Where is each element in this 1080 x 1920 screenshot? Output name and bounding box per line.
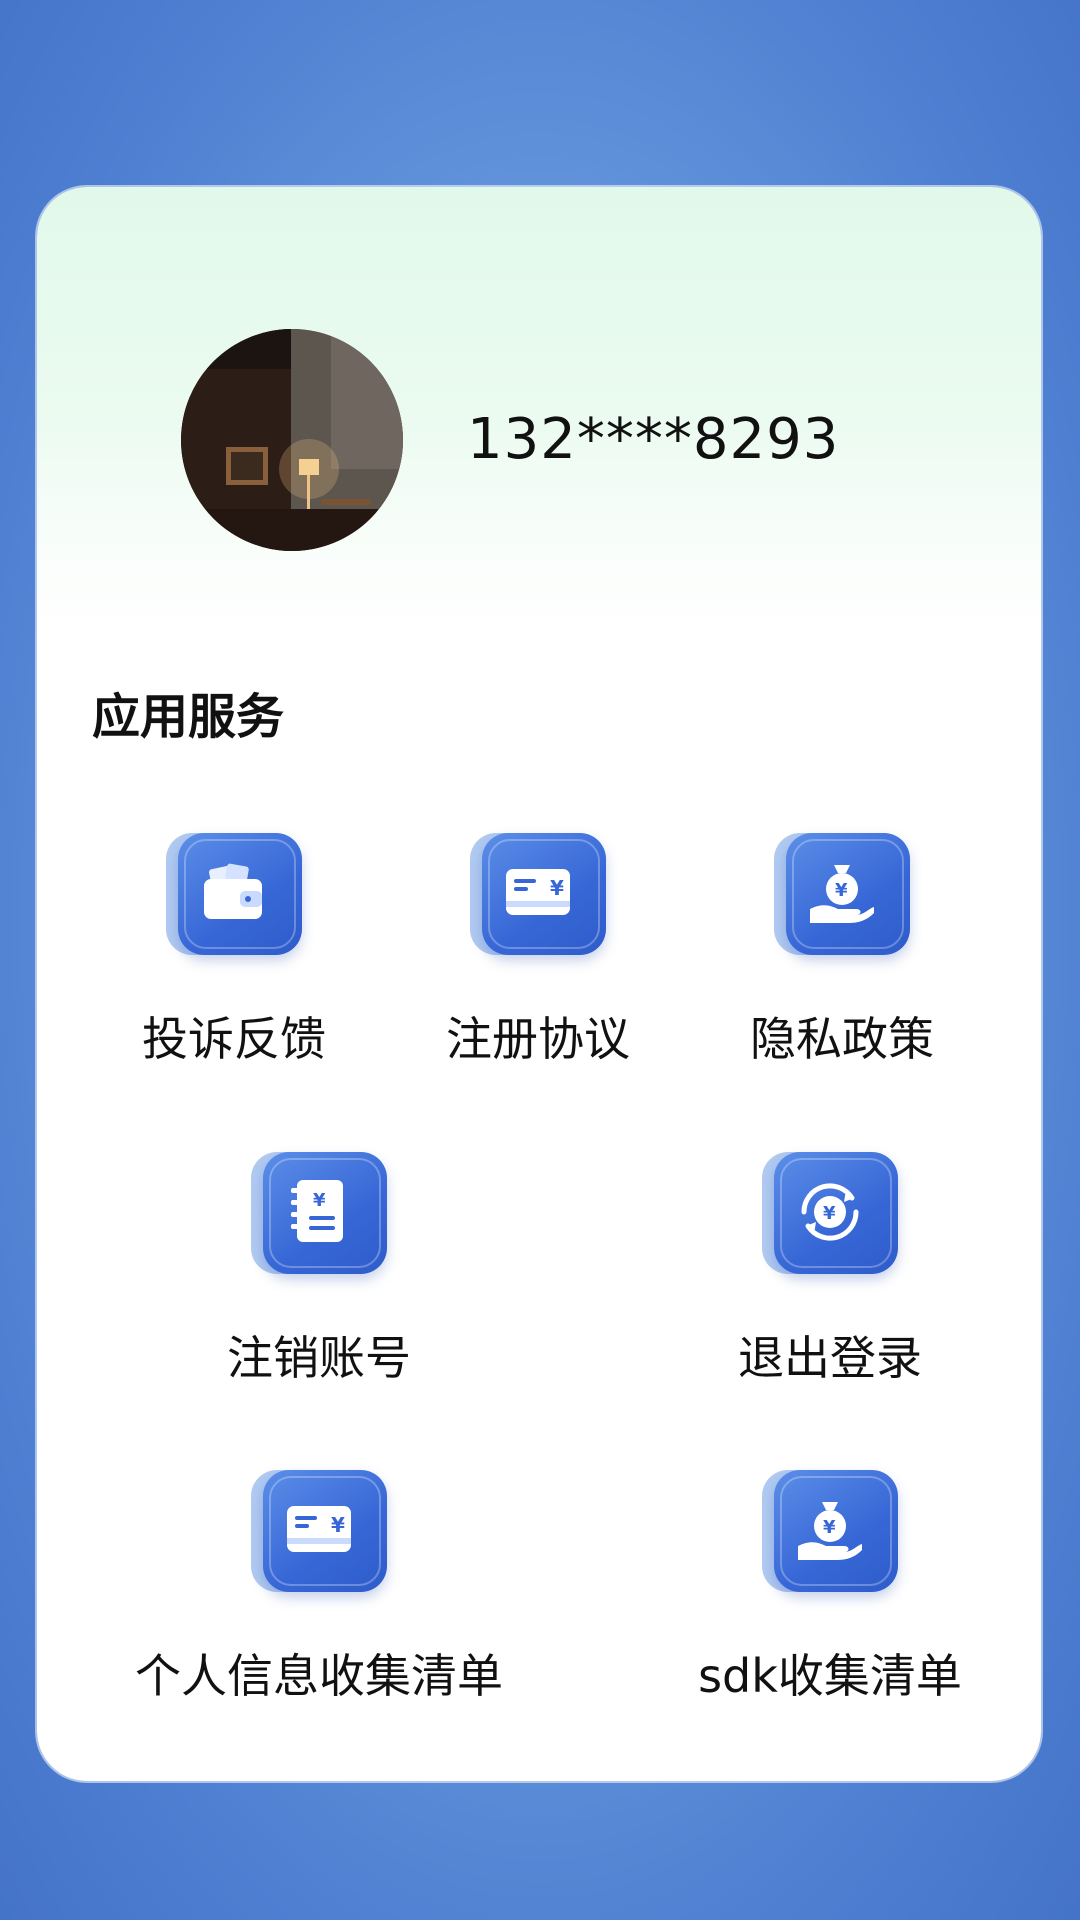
svg-text:¥: ¥ (313, 1190, 326, 1211)
svg-text:¥: ¥ (823, 1203, 836, 1224)
service-label: 退出登录 (738, 1331, 922, 1385)
money-bag-hand-icon[interactable]: ¥ (774, 833, 910, 969)
service-logout[interactable]: ¥ 退出登录 (620, 1152, 1040, 1388)
service-label: sdk收集清单 (698, 1649, 962, 1703)
section-title: 应用服务 (92, 689, 285, 745)
avatar-image (181, 329, 403, 551)
wallet-icon[interactable] (166, 833, 302, 969)
svg-text:¥: ¥ (823, 1517, 836, 1538)
card-icon[interactable]: ¥ (470, 833, 606, 969)
service-label: 个人信息收集清单 (135, 1649, 503, 1703)
avatar[interactable] (181, 329, 403, 551)
service-privacy-policy[interactable]: ¥ 隐私政策 (632, 833, 1052, 1069)
svg-text:¥: ¥ (331, 1513, 345, 1537)
svg-text:¥: ¥ (835, 880, 848, 901)
svg-text:¥: ¥ (550, 876, 564, 900)
refresh-coin-icon[interactable]: ¥ (762, 1152, 898, 1288)
money-bag-hand-icon[interactable]: ¥ (762, 1470, 898, 1606)
service-personal-info-list[interactable]: ¥ 个人信息收集清单 (109, 1470, 529, 1706)
service-cancel-account[interactable]: ¥ 注销账号 (109, 1152, 529, 1388)
service-label: 注销账号 (227, 1331, 411, 1385)
profile-card: 132****8293 应用服务 投诉反馈 ¥ 注册协议 ¥ 隐私政策 ¥ 注销… (37, 187, 1041, 1781)
ledger-icon[interactable]: ¥ (251, 1152, 387, 1288)
service-label: 隐私政策 (750, 1012, 934, 1066)
service-sdk-list[interactable]: ¥ sdk收集清单 (620, 1470, 1040, 1706)
card-icon[interactable]: ¥ (251, 1470, 387, 1606)
phone-number: 132****8293 (467, 407, 840, 472)
